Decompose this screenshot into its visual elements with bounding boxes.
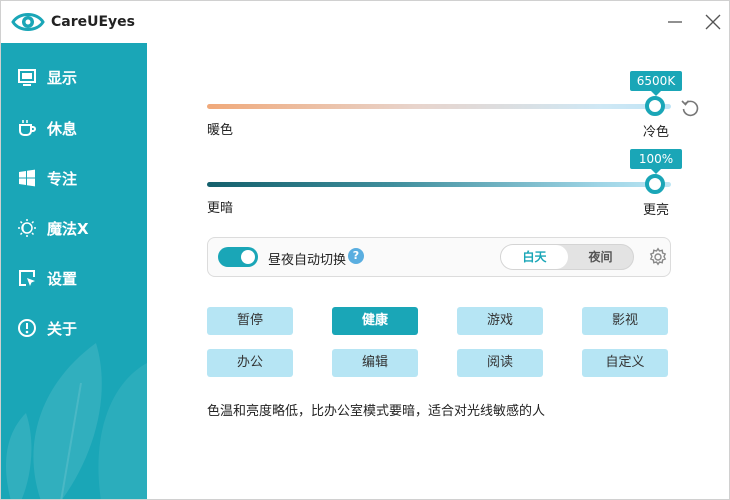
temperature-value-badge: 6500K	[630, 71, 682, 96]
warm-label: 暖色	[207, 123, 234, 138]
reset-icon[interactable]	[680, 98, 700, 118]
auto-switch-label: 昼夜自动切换	[268, 253, 347, 268]
help-icon[interactable]: ?	[348, 248, 364, 264]
minimize-icon[interactable]	[665, 12, 685, 32]
app-title: CareUEyes	[51, 14, 136, 30]
app-window: CareUEyes 显示 休息 专注 魔法X 设置 关于 6500K 暖色 冷色…	[0, 0, 730, 500]
brightness-slider-thumb[interactable]	[645, 174, 665, 194]
mode-button-health[interactable]: 健康	[332, 307, 418, 335]
temperature-track[interactable]	[207, 104, 671, 109]
monitor-icon	[17, 67, 37, 87]
day-option[interactable]: 白天	[501, 245, 568, 269]
auto-switch-panel: 昼夜自动切换 ? 白天 夜间	[207, 237, 671, 277]
cool-label: 冷色	[643, 125, 670, 140]
close-icon[interactable]	[703, 12, 723, 32]
sidebar-item-label: 魔法X	[47, 219, 89, 238]
info-icon	[17, 318, 37, 338]
sidebar-item-rest[interactable]: 休息	[11, 112, 147, 144]
day-night-switch: 白天 夜间	[500, 244, 634, 270]
sidebar-item-settings[interactable]: 设置	[11, 262, 147, 294]
brighter-label: 更亮	[643, 203, 670, 218]
title-bar: CareUEyes	[1, 1, 729, 43]
brightness-value-badge: 100%	[630, 149, 682, 174]
toggle-knob	[241, 250, 255, 264]
mode-button-custom[interactable]: 自定义	[582, 349, 668, 377]
sidebar-item-label: 专注	[47, 169, 78, 188]
mode-button-office[interactable]: 办公	[207, 349, 293, 377]
gear-icon[interactable]	[648, 247, 668, 267]
mode-button-edit[interactable]: 编辑	[332, 349, 418, 377]
temperature-slider-thumb[interactable]	[645, 96, 665, 116]
coffee-cup-icon	[17, 118, 37, 138]
eye-logo-icon	[11, 13, 45, 31]
sidebar-item-label: 休息	[47, 119, 78, 138]
auto-switch-toggle[interactable]	[218, 247, 258, 267]
leaf-decoration-icon	[6, 343, 147, 499]
windows-logo-icon	[17, 168, 37, 188]
mode-button-movie[interactable]: 影视	[582, 307, 668, 335]
night-option[interactable]: 夜间	[567, 245, 634, 269]
brightness-slider[interactable]	[207, 174, 671, 194]
sidebar-item-about[interactable]: 关于	[11, 312, 147, 344]
brightness-track[interactable]	[207, 182, 671, 187]
mode-button-game[interactable]: 游戏	[457, 307, 543, 335]
mode-description: 色温和亮度略低，比办公室模式要暗，适合对光线敏感的人	[207, 404, 546, 419]
darker-label: 更暗	[207, 201, 234, 216]
cursor-box-icon	[17, 268, 37, 288]
sidebar-item-display[interactable]: 显示	[11, 61, 147, 93]
temperature-slider[interactable]	[207, 96, 671, 116]
sidebar-item-magic[interactable]: 魔法X	[11, 212, 147, 244]
sun-moon-icon	[17, 218, 37, 238]
mode-button-pause[interactable]: 暂停	[207, 307, 293, 335]
sidebar-item-label: 设置	[47, 269, 78, 288]
sidebar: 显示 休息 专注 魔法X 设置 关于	[1, 43, 147, 499]
sidebar-item-label: 显示	[47, 68, 78, 87]
sidebar-item-label: 关于	[47, 319, 78, 338]
main-panel: 6500K 暖色 冷色 100% 更暗 更亮 昼夜自动切换 ? 白天 夜间 暂停…	[147, 43, 729, 499]
sidebar-item-focus[interactable]: 专注	[11, 162, 147, 194]
mode-button-read[interactable]: 阅读	[457, 349, 543, 377]
